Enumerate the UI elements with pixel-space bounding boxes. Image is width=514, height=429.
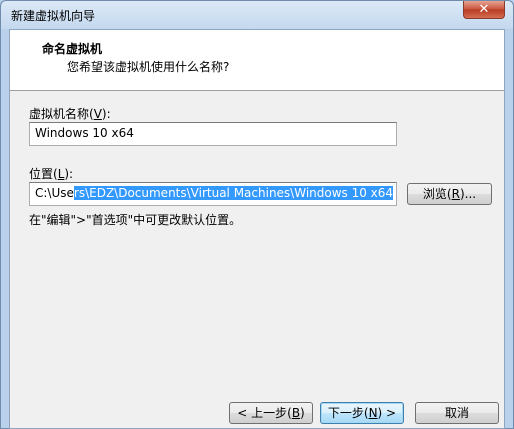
location-input[interactable]: C:\Users\EDZ\Documents\Virtual Machines\…	[29, 182, 397, 206]
vm-name-label: 虚拟机名称(V):	[29, 107, 111, 121]
header-subtitle: 您希望该虚拟机使用什么名称?	[67, 60, 230, 74]
window-title: 新建虚拟机向导	[11, 9, 96, 23]
back-button[interactable]: < 上一步(B)	[229, 402, 313, 424]
next-button[interactable]: 下一步(N) >	[320, 402, 404, 424]
location-value-start: C:\Use	[35, 186, 74, 200]
wizard-window: 新建虚拟机向导 ✕ 命名虚拟机 您希望该虚拟机使用什么名称? 虚拟机名称(V):…	[0, 0, 514, 429]
browse-button[interactable]: 浏览(R)...	[407, 183, 492, 205]
vm-name-value: Windows 10 x64	[35, 126, 134, 140]
location-hint: 在"编辑">"首选项"中可更改默认位置。	[29, 213, 242, 227]
dialog-body: 命名虚拟机 您希望该虚拟机使用什么名称? 虚拟机名称(V): Windows 1…	[9, 29, 505, 429]
cancel-button[interactable]: 取消	[415, 402, 499, 424]
wizard-header: 命名虚拟机 您希望该虚拟机使用什么名称?	[10, 30, 504, 91]
location-value-selected: rs\EDZ\Documents\Virtual Machines\Window…	[73, 186, 394, 200]
close-button[interactable]: ✕	[463, 1, 505, 19]
vm-name-input[interactable]: Windows 10 x64	[29, 122, 397, 146]
header-title: 命名虚拟机	[42, 42, 103, 56]
close-icon: ✕	[478, 2, 490, 17]
location-label: 位置(L):	[29, 167, 74, 181]
title-bar[interactable]: 新建虚拟机向导 ✕	[1, 1, 513, 29]
